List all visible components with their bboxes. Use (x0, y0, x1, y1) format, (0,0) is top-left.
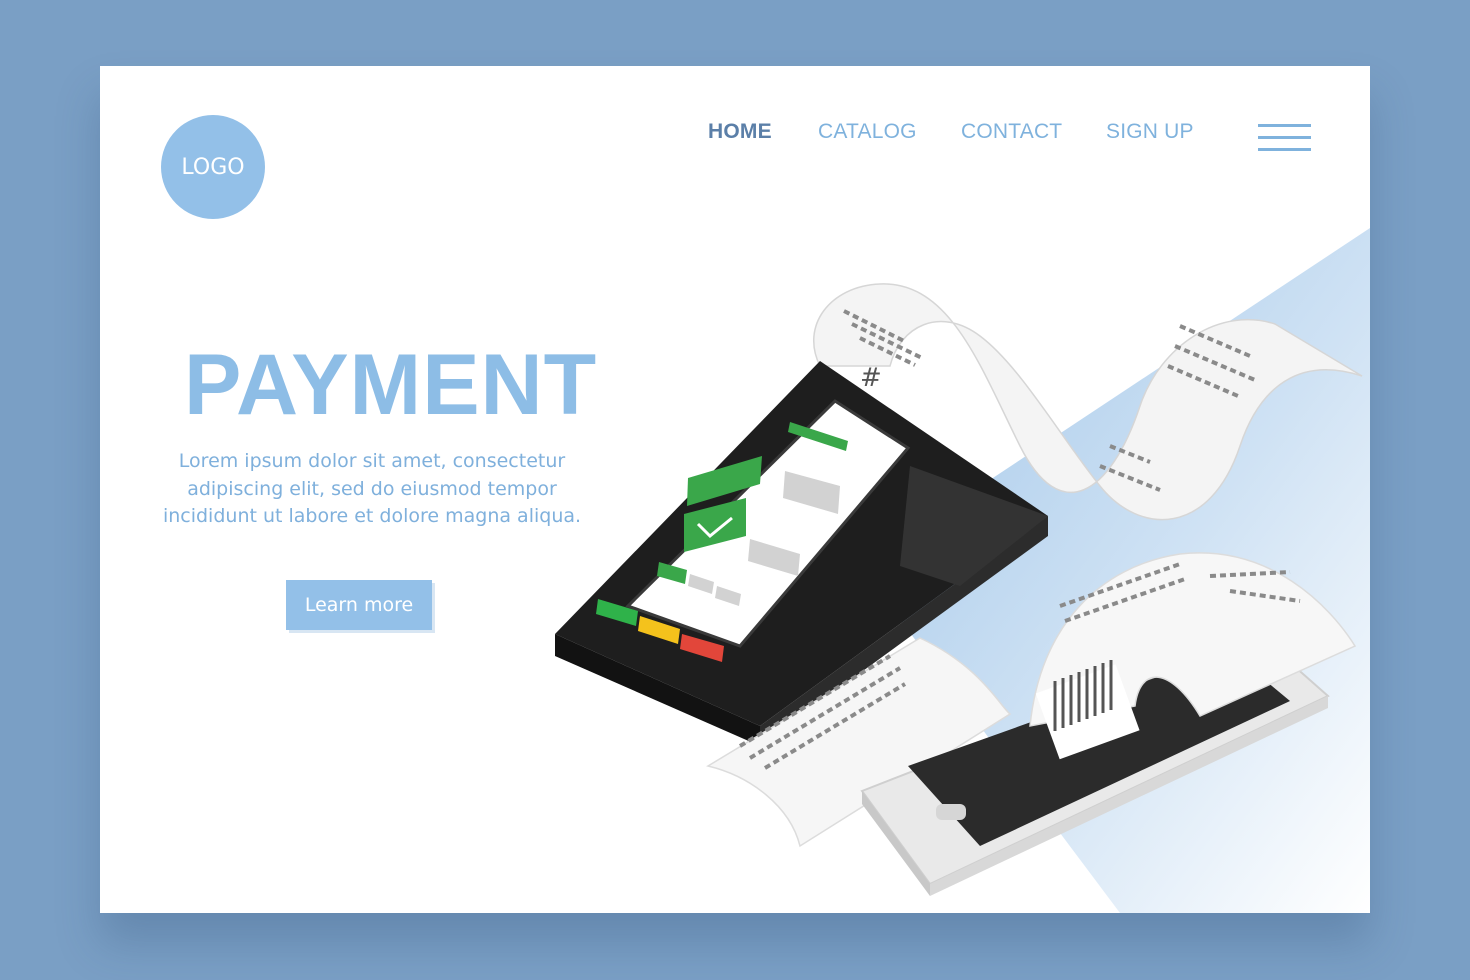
terminal-hash-symbol: # (860, 363, 882, 393)
payment-illustration: # (555, 283, 1363, 896)
landing-page: LOGO HOME CATALOG CONTACT SIGN UP PAYMEN… (100, 66, 1370, 913)
